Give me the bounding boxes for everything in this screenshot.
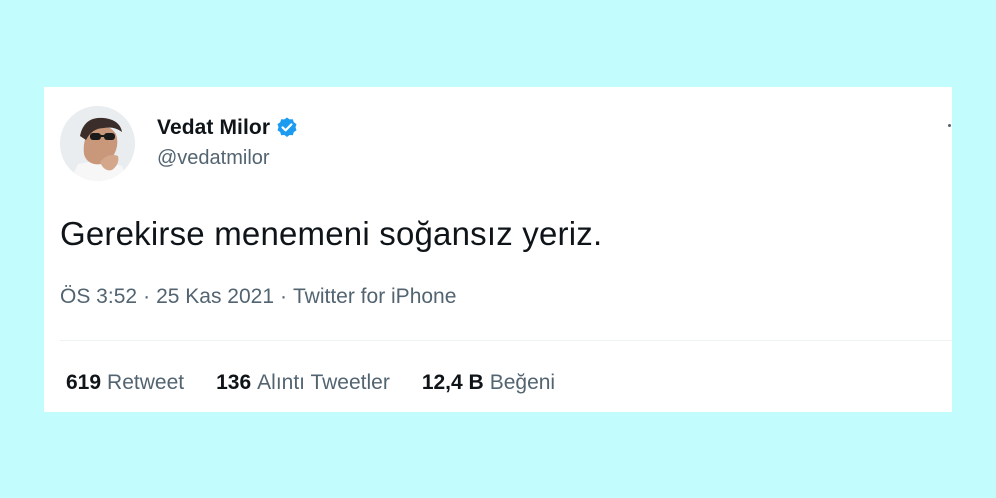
meta-separator: · <box>143 285 151 308</box>
like-stat[interactable]: 12,4 B Beğeni <box>422 371 555 395</box>
quote-tweet-label: Alıntı Tweetler <box>257 371 390 394</box>
like-count: 12,4 B <box>421 371 484 394</box>
retweet-count: 619 <box>66 371 102 394</box>
author-info: Vedat Milor @vedatmilor <box>157 113 299 170</box>
tweet-date[interactable]: 25 Kas 2021 <box>156 285 274 308</box>
quote-tweet-count: 136 <box>216 371 252 394</box>
meta-separator: · <box>280 285 287 308</box>
tweet-text: Gerekirse menemeni soğansız yeriz. <box>60 215 603 252</box>
author-handle[interactable]: @vedatmilor <box>157 147 299 170</box>
like-label: Beğeni <box>489 371 556 394</box>
author-name-row: Vedat Milor <box>157 113 299 143</box>
avatar[interactable] <box>60 106 135 181</box>
retweet-label: Retweet <box>107 371 185 394</box>
verified-badge-icon <box>275 116 299 140</box>
tweet-card: Vedat Milor @vedatmilor Gerekirse meneme… <box>44 87 952 412</box>
author-display-name[interactable]: Vedat Milor <box>157 116 270 140</box>
avatar-photo-icon <box>60 106 135 181</box>
quote-tweet-stat[interactable]: 136 Alıntı Tweetler <box>216 371 390 395</box>
retweet-stat[interactable]: 619 Retweet <box>66 371 184 395</box>
tweet-source[interactable]: Twitter for iPhone <box>293 285 456 308</box>
tweet-stats: 619 Retweet 136 Alıntı Tweetler 12,4 B Beğe… <box>66 371 587 395</box>
more-options-icon[interactable] <box>948 124 951 127</box>
divider <box>60 340 952 341</box>
tweet-meta: ÖS 3:52 · 25 Kas 2021 · Twitter for iPhone <box>60 285 456 309</box>
tweet-time[interactable]: ÖS 3:52 <box>60 285 137 308</box>
